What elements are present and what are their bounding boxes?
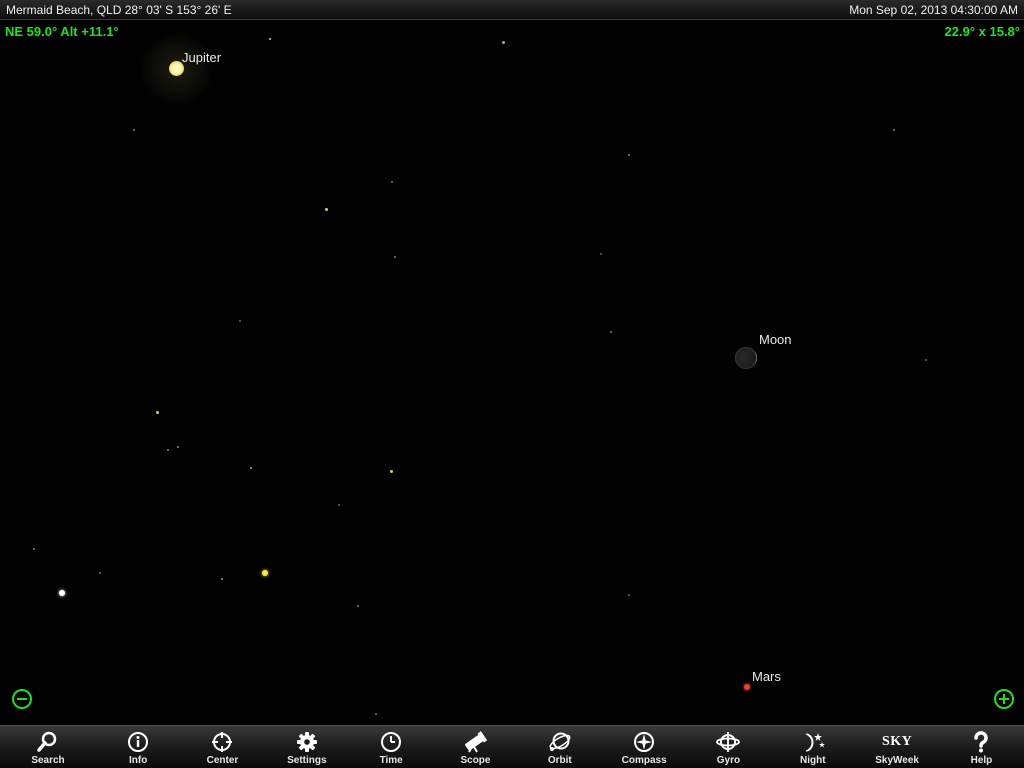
star xyxy=(628,594,630,596)
toolbar-label: Help xyxy=(970,755,993,766)
view-direction-readout: NE 59.0° Alt +11.1° xyxy=(5,24,119,39)
orbit-icon xyxy=(518,731,602,753)
toolbar-help-button[interactable]: Help xyxy=(939,726,1023,768)
star xyxy=(177,446,179,448)
toolbar-label: Time xyxy=(379,755,403,766)
jupiter-label[interactable]: Jupiter xyxy=(182,50,221,65)
toolbar-label: Compass xyxy=(621,755,667,766)
star xyxy=(59,590,65,596)
clock-icon xyxy=(349,731,433,753)
star xyxy=(925,359,927,361)
crosshair-icon xyxy=(180,731,264,753)
toolbar-info-button[interactable]: Info xyxy=(96,726,180,768)
toolbar-label: Settings xyxy=(287,755,327,766)
toolbar-orbit-button[interactable]: Orbit xyxy=(518,726,602,768)
night-icon xyxy=(771,731,855,753)
toolbar-compass-button[interactable]: Compass xyxy=(602,726,686,768)
star xyxy=(394,256,396,258)
toolbar-scope-button[interactable]: Scope xyxy=(433,726,517,768)
status-bar: Mermaid Beach, QLD 28° 03' S 153° 26' E … xyxy=(0,0,1024,20)
gyro-icon xyxy=(686,731,770,753)
star xyxy=(610,331,612,333)
star xyxy=(338,504,340,506)
toolbar-time-button[interactable]: Time xyxy=(349,726,433,768)
star xyxy=(502,41,505,44)
field-of-view-readout: 22.9° x 15.8° xyxy=(944,24,1020,39)
zoom-out-icon[interactable] xyxy=(12,689,32,709)
toolbar-settings-button[interactable]: Settings xyxy=(265,726,349,768)
zoom-in-icon[interactable] xyxy=(994,689,1014,709)
toolbar-label: SkyWeek xyxy=(875,755,919,766)
star xyxy=(600,253,602,255)
star xyxy=(390,470,393,473)
star xyxy=(133,129,135,131)
star xyxy=(269,38,271,40)
help-icon xyxy=(939,731,1023,753)
star xyxy=(262,570,268,576)
toolbar-label: Center xyxy=(206,755,239,766)
sky-chart[interactable]: NE 59.0° Alt +11.1° 22.9° x 15.8° Jupite… xyxy=(0,21,1024,725)
info-icon xyxy=(96,731,180,753)
skyweek-logo-icon: SKY xyxy=(855,731,939,753)
mars-planet[interactable] xyxy=(744,684,750,690)
toolbar-night-button[interactable]: Night xyxy=(771,726,855,768)
location-label: Mermaid Beach, QLD 28° 03' S 153° 26' E xyxy=(6,3,232,17)
star xyxy=(628,154,630,156)
gear-icon xyxy=(265,731,349,753)
star xyxy=(239,320,241,322)
toolbar-label: Gyro xyxy=(716,755,741,766)
datetime-label: Mon Sep 02, 2013 04:30:00 AM xyxy=(849,3,1018,17)
star xyxy=(391,181,393,183)
moon-label[interactable]: Moon xyxy=(759,332,792,347)
star xyxy=(156,411,159,414)
toolbar-search-button[interactable]: Search xyxy=(0,726,96,768)
star xyxy=(375,713,377,715)
mars-label[interactable]: Mars xyxy=(752,669,781,684)
telescope-icon xyxy=(433,731,517,753)
moon-object[interactable] xyxy=(735,347,757,369)
star xyxy=(893,129,895,131)
star xyxy=(33,548,35,550)
toolbar-label: Orbit xyxy=(547,755,572,766)
skyweek-logo-text: SKY xyxy=(881,734,913,749)
toolbar-label: Search xyxy=(31,755,65,766)
toolbar-label: Info xyxy=(129,755,148,766)
toolbar-center-button[interactable]: Center xyxy=(180,726,264,768)
compass-icon xyxy=(602,731,686,753)
star xyxy=(167,449,169,451)
toolbar-label: Night xyxy=(800,755,826,766)
toolbar-label: Scope xyxy=(460,755,491,766)
star xyxy=(250,467,252,469)
toolbar-gyro-button[interactable]: Gyro xyxy=(686,726,770,768)
search-icon xyxy=(0,731,96,753)
star xyxy=(357,605,359,607)
star xyxy=(325,208,328,211)
toolbar-skyweek-button[interactable]: SKY SkyWeek xyxy=(855,726,939,768)
bottom-toolbar: Search Info Center Settings Time Scope O… xyxy=(0,725,1024,768)
star xyxy=(221,578,223,580)
star xyxy=(99,572,101,574)
